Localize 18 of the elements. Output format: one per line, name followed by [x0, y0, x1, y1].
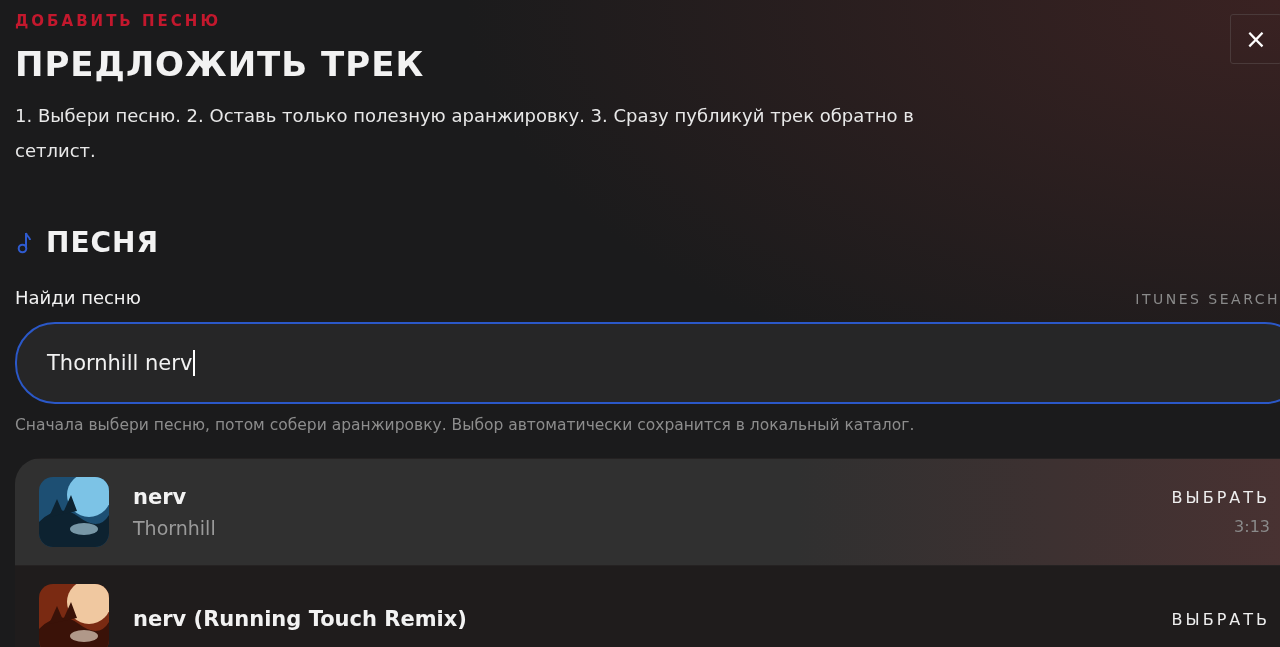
intro-text: 1. Выбери песню. 2. Оставь только полезную аранжировку. 3. Сразу публикуй трек обратно в сетлист.	[15, 104, 915, 163]
song-title: nerv	[133, 485, 188, 509]
result-row[interactable]: nerv Thornhill ВЫБРАТЬ 3:13	[15, 458, 1280, 565]
search-label: Найди песню	[15, 287, 141, 308]
select-button[interactable]: ВЫБРАТЬ	[1171, 488, 1270, 507]
hint-text: Сначала выбери песню, потом собери аранжировку. Выбор автоматически сохранится в локальный каталог.	[15, 416, 916, 434]
artist-name: Thornhill	[133, 517, 217, 539]
song-title: nerv (Running Touch Remix)	[133, 607, 468, 631]
search-field[interactable]: Thornhill nerv	[15, 322, 1280, 404]
close-button[interactable]: ×	[1230, 14, 1280, 64]
section-title: ПЕСНЯ	[46, 226, 160, 259]
source-label: ITUNES SEARCH	[1135, 291, 1280, 307]
duration-text: 3:13	[1233, 517, 1270, 536]
music-note-icon	[17, 231, 31, 254]
select-button[interactable]: ВЫБРАТЬ	[1171, 609, 1270, 629]
dialog-title: ПРЕДЛОЖИТЬ ТРЕК	[15, 44, 426, 84]
eyebrow-label: ДОБАВИТЬ ПЕСНЮ	[15, 12, 222, 30]
result-row[interactable]: nerv (Running Touch Remix) ВЫБРАТЬ	[15, 565, 1280, 647]
